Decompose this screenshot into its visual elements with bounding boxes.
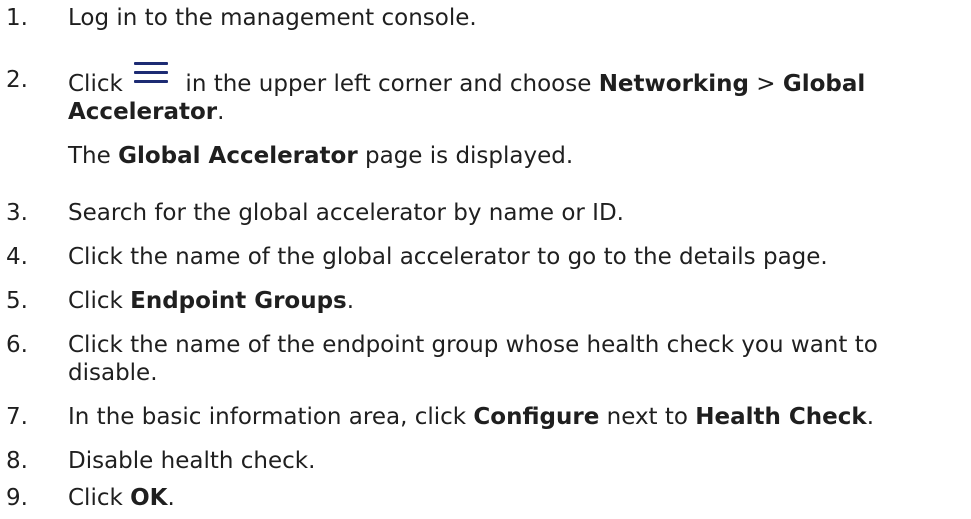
text-run: >: [748, 71, 783, 97]
step-number: 9.: [6, 485, 28, 511]
step-line: Click in the upper left corner and choos…: [68, 62, 968, 98]
step-line: In the basic information area, click Con…: [68, 403, 968, 431]
step-number: 3.: [6, 200, 28, 226]
text-run: .: [866, 404, 875, 430]
text-run: disable.: [68, 360, 158, 386]
step-result: The Global Accelerator page is displayed…: [68, 142, 968, 170]
step-number: 6.: [6, 332, 28, 358]
text-run: Click the name of the global accelerator…: [68, 244, 828, 270]
step-line: Click Endpoint Groups.: [68, 287, 968, 315]
step-line: Disable health check.: [68, 447, 968, 475]
text-run: .: [346, 288, 355, 314]
step-text: Click Endpoint Groups.: [68, 287, 968, 315]
step-number: 4.: [6, 244, 28, 270]
text-run: Click: [68, 71, 131, 97]
step-line: Click the name of the endpoint group who…: [68, 331, 968, 359]
text-run-bold: Global: [782, 71, 866, 97]
step-line: Search for the global accelerator by nam…: [68, 199, 968, 227]
step-line: Accelerator.: [68, 98, 968, 126]
step-text: In the basic information area, click Con…: [68, 403, 968, 431]
step-line: disable.: [68, 359, 968, 387]
step-number: 7.: [6, 404, 28, 430]
text-run-bold: OK: [130, 485, 168, 511]
text-run: Click: [68, 485, 131, 511]
text-run-bold: Networking: [598, 71, 749, 97]
text-run-bold: Global Accelerator: [118, 143, 358, 169]
step-text: Search for the global accelerator by nam…: [68, 199, 968, 227]
menu-icon: [132, 60, 172, 86]
text-run: .: [167, 485, 175, 511]
step-text: Disable health check.: [68, 447, 968, 475]
text-run: next to: [599, 404, 696, 430]
step-line: Click OK.: [68, 484, 968, 512]
step-number: 8.: [6, 448, 28, 474]
text-run: Click the name of the endpoint group who…: [68, 332, 878, 358]
text-run: The: [68, 143, 119, 169]
text-run: In the basic information area, click: [68, 404, 474, 430]
text-run: Search for the global accelerator by nam…: [68, 200, 624, 226]
text-run-bold: Health Check: [695, 404, 867, 430]
step-line: Log in to the management console.: [68, 4, 968, 32]
text-run: .: [217, 99, 225, 125]
text-run: Click: [68, 288, 131, 314]
step-number: 2.: [6, 67, 28, 93]
step-text: Click OK.: [68, 484, 968, 512]
text-run: Log in to the management console.: [68, 5, 477, 31]
text-run-bold: Accelerator: [68, 99, 218, 125]
step-number: 1.: [6, 5, 28, 31]
step-text: Click the name of the endpoint group who…: [68, 331, 968, 387]
text-run: Disable health check.: [68, 448, 316, 474]
text-run: in the upper left corner and choose: [178, 71, 599, 97]
step-text: Log in to the management console.: [68, 4, 968, 32]
text-run-bold: Configure: [473, 404, 600, 430]
text-run: page is displayed.: [357, 143, 574, 169]
procedure-steps: 1. Log in to the management console. 2. …: [0, 0, 971, 519]
text-run-bold: Endpoint Groups: [130, 288, 347, 314]
step-line: Click the name of the global accelerator…: [68, 243, 968, 271]
step-text: Click in the upper left corner and choos…: [68, 62, 968, 170]
step-text: Click the name of the global accelerator…: [68, 243, 968, 271]
step-number: 5.: [6, 288, 28, 314]
